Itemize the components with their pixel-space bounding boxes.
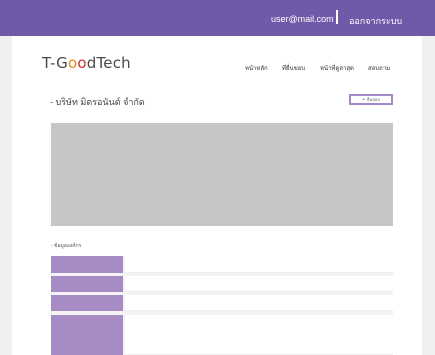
logo-suffix: dTech — [86, 54, 131, 72]
logo-o-orange: o — [67, 54, 78, 72]
info-section-title: - ข้อมูลองค์กร — [51, 243, 82, 249]
company-name: - บริษัท มิตรอนันต์ จำกัด — [50, 97, 145, 107]
nav-ask[interactable]: สอบถาม — [368, 63, 390, 73]
company-banner-image — [51, 123, 393, 226]
nav-tour[interactable]: ที่ยื่นขอบ — [282, 63, 305, 73]
table-row — [51, 276, 393, 292]
row-label-cell — [51, 256, 123, 273]
row-value-cell — [125, 295, 393, 311]
site-logo[interactable]: T-GoodTech — [42, 54, 131, 72]
row-value-cell — [125, 276, 393, 292]
plus-icon: + — [362, 96, 366, 103]
user-email-link[interactable]: user@mail.com — [271, 14, 334, 24]
request-button-label: ยื่นขอบ — [367, 97, 380, 102]
request-button[interactable]: + ยื่นขอบ — [349, 94, 393, 105]
nav-home[interactable]: หน้าหลัก — [245, 63, 268, 73]
row-value-cell — [125, 256, 393, 273]
row-label-cell — [51, 295, 123, 311]
nav-latest[interactable]: หน้าที่ดูล่าสุด — [320, 63, 354, 73]
logout-link[interactable]: ออกจากระบบ — [349, 14, 402, 28]
table-row — [51, 315, 393, 355]
row-value-cell — [125, 315, 393, 355]
top-bar: user@mail.com ออกจากระบบ — [0, 0, 435, 36]
topbar-separator — [336, 10, 338, 24]
row-label-cell — [51, 276, 123, 292]
logo-o-red: o — [77, 54, 87, 72]
table-row — [51, 295, 393, 311]
table-row — [51, 256, 393, 273]
row-label-cell — [51, 315, 123, 355]
logo-prefix: T-G — [42, 54, 68, 72]
